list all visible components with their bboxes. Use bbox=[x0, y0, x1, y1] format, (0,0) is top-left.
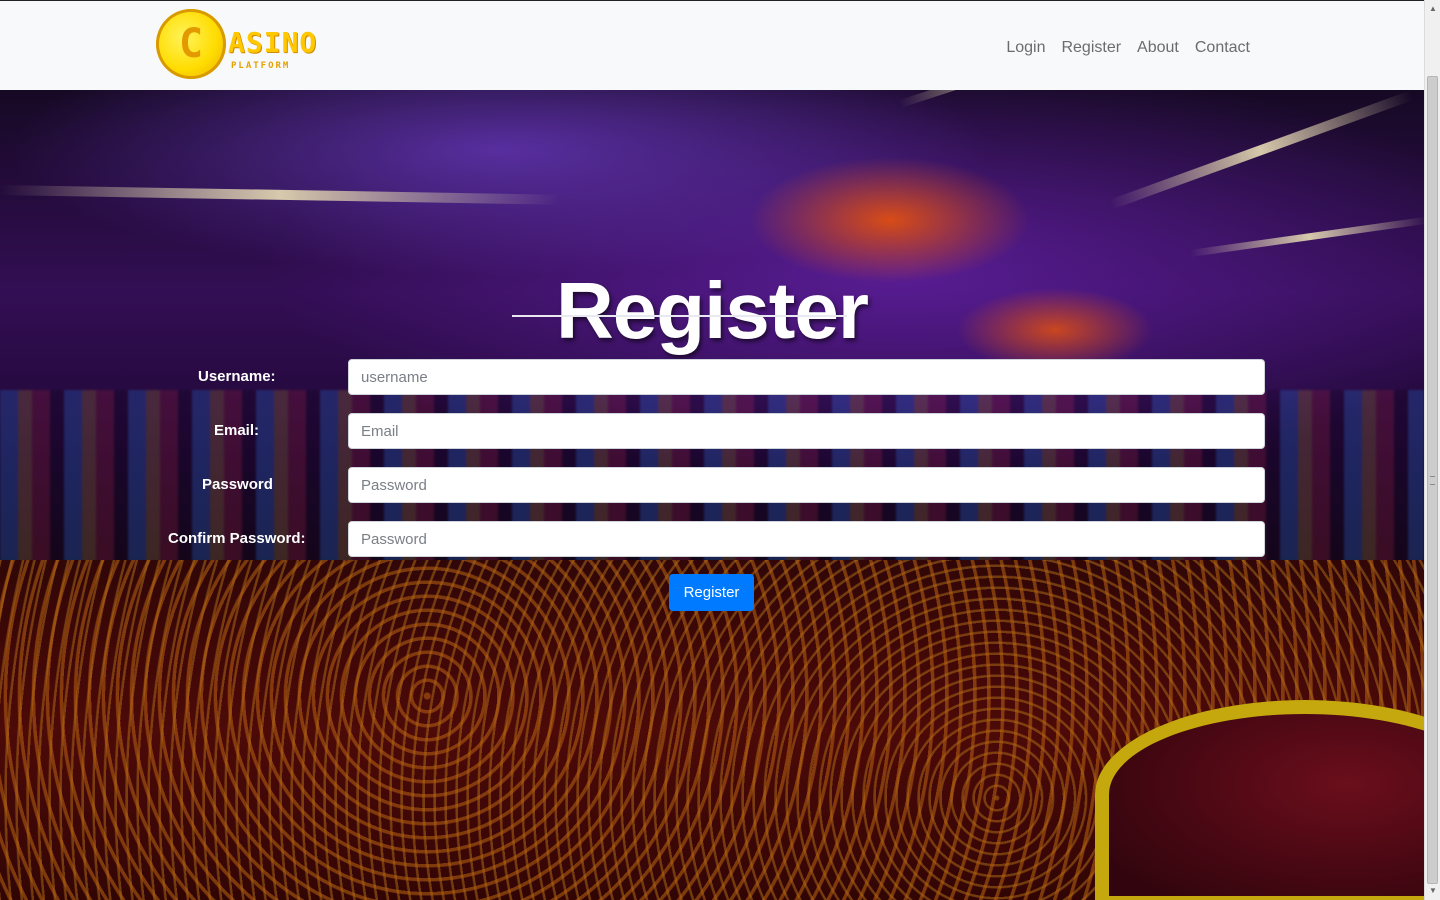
nav-links: Login Register About Contact bbox=[998, 38, 1258, 58]
confirm-password-label: Confirm Password: bbox=[168, 530, 306, 547]
hero-background: Register Username: Email: Password Confi… bbox=[0, 90, 1424, 900]
vertical-scrollbar[interactable]: ▲ ▼ bbox=[1424, 0, 1440, 900]
logo-wordmark: ASINO bbox=[228, 26, 318, 59]
confirm-password-input[interactable] bbox=[348, 521, 1265, 557]
title-divider bbox=[512, 315, 847, 317]
nav-link-contact[interactable]: Contact bbox=[1187, 38, 1258, 58]
username-label: Username: bbox=[198, 368, 276, 385]
register-button[interactable]: Register bbox=[669, 574, 754, 611]
nav-link-login[interactable]: Login bbox=[998, 38, 1053, 58]
nav-link-about[interactable]: About bbox=[1129, 38, 1187, 58]
form-row-email: Email: bbox=[0, 413, 1424, 449]
username-input[interactable] bbox=[348, 359, 1265, 395]
form-row-password: Password bbox=[0, 467, 1424, 503]
form-row-confirm-password: Confirm Password: bbox=[0, 521, 1424, 557]
email-label: Email: bbox=[214, 422, 260, 439]
logo-subtitle: PLATFORM bbox=[231, 61, 291, 71]
scroll-down-arrow-icon[interactable]: ▼ bbox=[1427, 884, 1439, 898]
scrollbar-thumb[interactable] bbox=[1427, 76, 1438, 884]
form-row-username: Username: bbox=[0, 359, 1424, 395]
nav-link-register[interactable]: Register bbox=[1053, 38, 1129, 58]
scroll-up-arrow-icon[interactable]: ▲ bbox=[1427, 2, 1439, 16]
email-input[interactable] bbox=[348, 413, 1265, 449]
brand-logo[interactable]: C ASINO PLATFORM bbox=[156, 9, 351, 81]
logo-coin-letter: C bbox=[178, 21, 204, 67]
scrollbar-grip-icon bbox=[1430, 476, 1435, 485]
page-title: Register bbox=[555, 265, 869, 355]
navbar: C ASINO PLATFORM Login Register About Co… bbox=[0, 0, 1424, 90]
password-label: Password bbox=[202, 476, 273, 493]
page: C ASINO PLATFORM Login Register About Co… bbox=[0, 0, 1424, 900]
password-input[interactable] bbox=[348, 467, 1265, 503]
